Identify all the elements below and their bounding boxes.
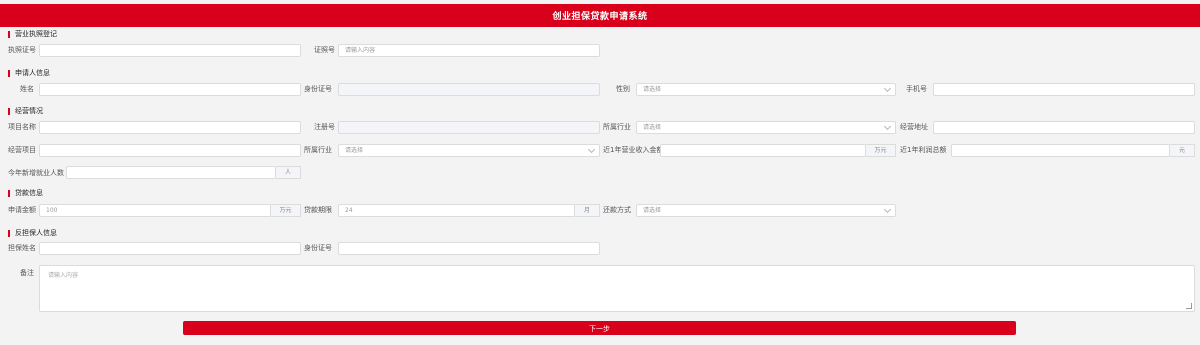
annual-income-unit: 万元	[866, 144, 896, 157]
section-loan: 贷款信息	[8, 188, 43, 198]
project-name-label: 项目名称	[8, 123, 36, 131]
section-business: 营业执照登记	[8, 29, 57, 39]
loan-amount-input[interactable]: 100	[39, 204, 271, 217]
section-title: 营业执照登记	[15, 30, 57, 38]
section-operation: 经营情况	[8, 106, 43, 116]
section-marker	[8, 107, 10, 115]
section-guarantor: 反担保人信息	[8, 228, 57, 238]
section-title: 反担保人信息	[15, 229, 57, 237]
id-card-label: 身份证号	[304, 85, 332, 93]
guarantor-id-input[interactable]	[338, 242, 600, 255]
page-title: 创业担保贷款申请系统	[552, 12, 648, 22]
gov-sector-label: 所属行业	[603, 123, 631, 131]
remark-textarea[interactable]: 请输入内容	[39, 265, 1195, 312]
profit-unit: 元	[1170, 144, 1195, 157]
industry-select[interactable]: 请选择	[338, 144, 600, 157]
gender-select[interactable]: 请选择	[636, 83, 896, 96]
section-marker	[8, 229, 10, 237]
section-applicant: 申请人信息	[8, 68, 50, 78]
loan-term-unit: 月	[575, 204, 600, 217]
employees-label: 今年新增就业人数	[8, 169, 64, 177]
credit-code-input[interactable]	[338, 121, 600, 134]
business-address-label: 经营地址	[900, 123, 928, 131]
employees-unit: 人	[276, 166, 301, 179]
section-title: 贷款信息	[15, 189, 43, 197]
employees-input[interactable]	[66, 166, 276, 179]
remark-label: 备注	[20, 269, 34, 277]
profit-input[interactable]	[951, 144, 1170, 157]
next-button[interactable]: 下一步	[183, 321, 1016, 335]
name-input[interactable]	[39, 83, 301, 96]
credit-code-label: 注册号	[314, 123, 335, 131]
repay-method-select[interactable]: 请选择	[636, 204, 896, 217]
phone-label: 手机号	[906, 85, 927, 93]
chevron-down-icon	[883, 205, 892, 214]
operation-project-input[interactable]	[39, 144, 301, 157]
phone-input[interactable]	[933, 83, 1195, 96]
loan-amount-label: 申请金额	[8, 206, 36, 214]
section-marker	[8, 69, 10, 77]
guarantor-id-label: 身份证号	[304, 244, 332, 252]
loan-amount-unit: 万元	[271, 204, 301, 217]
contact-phone-label: 证照号	[314, 46, 335, 54]
project-name-input[interactable]	[39, 121, 301, 134]
annual-income-label: 近1年营业收入金额	[603, 146, 664, 154]
id-card-input[interactable]	[338, 83, 600, 96]
annual-income-input[interactable]	[660, 144, 866, 157]
chevron-down-icon	[883, 122, 892, 131]
industry-label: 所属行业	[304, 146, 332, 154]
name-label: 姓名	[20, 85, 34, 93]
contact-phone-input[interactable]: 请输入内容	[338, 44, 600, 57]
chevron-down-icon	[883, 84, 892, 93]
business-address-input[interactable]	[933, 121, 1195, 134]
section-marker	[8, 30, 10, 38]
loan-term-label: 贷款期限	[304, 206, 332, 214]
section-marker	[8, 189, 10, 197]
gender-label: 性别	[616, 85, 630, 93]
license-no-input[interactable]	[39, 44, 301, 57]
chevron-down-icon	[587, 145, 596, 154]
operation-project-label: 经营项目	[8, 146, 36, 154]
guarantor-name-label: 担保姓名	[8, 244, 36, 252]
resize-handle-icon[interactable]	[1186, 303, 1192, 309]
gov-sector-select[interactable]: 请选择	[636, 121, 896, 134]
section-title: 申请人信息	[15, 69, 50, 77]
guarantor-name-input[interactable]	[39, 242, 301, 255]
license-no-label: 执照证号	[8, 46, 36, 54]
profit-label: 近1年利润总额	[900, 146, 947, 154]
app-header: 创业担保贷款申请系统	[0, 4, 1200, 27]
loan-term-input[interactable]: 24	[338, 204, 575, 217]
repay-method-label: 还款方式	[603, 206, 631, 214]
section-title: 经营情况	[15, 107, 43, 115]
